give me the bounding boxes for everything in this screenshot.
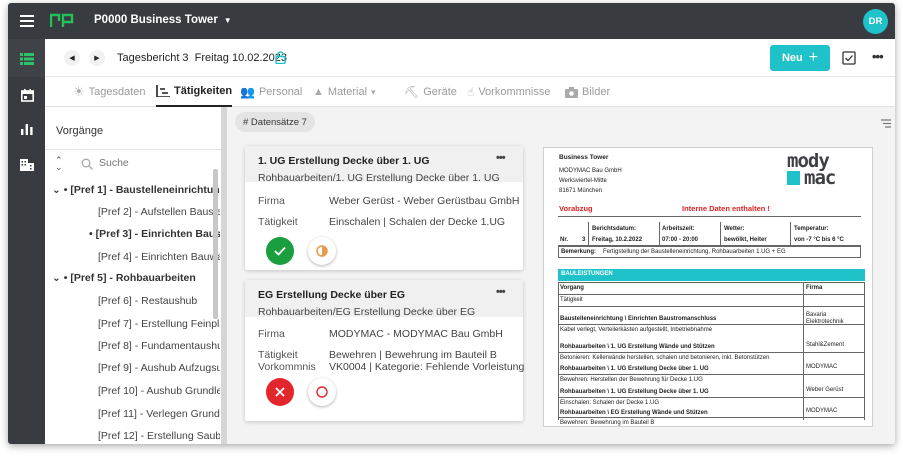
tab-personal[interactable]: 👥 Personal — [240, 77, 302, 107]
tree-node-pref-1[interactable]: ⌄ • [Pref 1] - Baustelleneinrichtung — [52, 184, 220, 196]
taetigkeit-value: Bewehren | Bewehrung im Bauteil B — [329, 349, 497, 361]
doc-table: Vorgang Firma Tätigkeit Baustelleneinric… — [558, 282, 865, 426]
tab-geraete[interactable]: ⛏ Geräte — [404, 77, 457, 107]
bar-chart-icon[interactable] — [17, 119, 37, 139]
vorkommnis-label: Vorkommnis — [258, 361, 316, 373]
tab-vorkommnisse[interactable]: ☝ Vorkommnisse — [467, 77, 550, 107]
activity-card-2[interactable]: EG Erstellung Decke über EG ••• Rohbauar… — [245, 280, 525, 421]
calendar-icon[interactable] — [17, 85, 37, 105]
doc-remark: Bemerkung: Fertigstellung der Baustellen… — [558, 246, 861, 258]
top-bar: P0000 Business Tower ▼ DR — [8, 3, 895, 39]
firma-value: Weber Gerüst - Weber Gerüstbau GmbH — [329, 195, 520, 207]
task-icon — [156, 85, 170, 98]
doc-title: Business Tower — [559, 154, 609, 161]
plus-icon: + — [808, 49, 819, 66]
tree-item-pref-10[interactable]: [Pref 10] - Aushub Grundleitu — [98, 385, 220, 397]
modymac-logo: mody mac — [787, 150, 836, 189]
activity-card-1[interactable]: 1. UG Erstellung Decke über 1. UG ••• Ro… — [245, 146, 523, 270]
buildings-icon[interactable] — [17, 154, 37, 174]
sidebar-title: Vorgänge — [56, 125, 104, 137]
report-title: Tagesbericht 3 Freitag 10.02.2023 — [117, 52, 288, 64]
search-input[interactable] — [99, 155, 209, 171]
hand-icon: ☝ — [467, 85, 475, 99]
firma-label: Firma — [258, 328, 285, 340]
app-logo — [49, 11, 74, 29]
tab-taetigkeiten[interactable]: Tätigkeiten — [156, 77, 233, 107]
records-chip: # Datensätze 7 — [235, 112, 315, 132]
in-progress-button[interactable] — [308, 237, 336, 265]
card-title: 1. UG Erstellung Decke über 1. UG — [258, 155, 430, 167]
vorkommnis-value: VK0004 | Kategorie: Fehlende Vorleistung — [329, 361, 525, 373]
tree-node-pref-5[interactable]: ⌄ • [Pref 5] - Rohbauarbeiten — [52, 272, 220, 284]
excavator-icon: ⛏ — [404, 85, 420, 99]
new-button[interactable]: Neu + — [770, 45, 830, 71]
collapse-all-icon[interactable]: ⌃ ⌄ — [55, 156, 63, 172]
material-icon: ▲ — [313, 86, 324, 98]
next-report-button[interactable]: ▶ — [89, 50, 105, 66]
sidebar: Vorgänge ⌃⌄ ⌄ • [Pref 1] - Baustellenein… — [45, 107, 221, 444]
sidebar-scrollbar[interactable] — [213, 169, 218, 319]
taetigkeit-value: Einschalen | Schalen der Decke 1.UG — [329, 216, 506, 228]
card-path: Rohbauarbeiten/EG Erstellung Decke über … — [258, 306, 476, 318]
tree-item-pref-9[interactable]: [Pref 9] - Aushub Aufzugsunt — [98, 362, 220, 374]
doc-section-header: BAULEISTUNGEN — [558, 269, 865, 281]
tree-item-pref-12[interactable]: [Pref 12] - Erstellung Sauberk — [98, 430, 220, 442]
hamburger-icon[interactable] — [20, 15, 34, 27]
people-icon: 👥 — [240, 85, 255, 99]
approved-button[interactable] — [266, 237, 294, 265]
tab-bilder[interactable]: Bilder — [565, 77, 610, 107]
doc-vorabzug: Vorabzug — [559, 204, 593, 213]
firma-label: Firma — [258, 195, 285, 207]
search-icon — [81, 157, 93, 170]
tree-item-pref-3[interactable]: • [Pref 3] - Einrichten Baustron — [89, 228, 220, 240]
camera-icon — [565, 86, 578, 98]
user-avatar[interactable]: DR — [863, 9, 888, 34]
prev-report-button[interactable]: ◀ — [64, 50, 80, 66]
chevron-down-icon: ⌄ — [52, 184, 61, 196]
tree-item-pref-2[interactable]: [Pref 2] - Aufstellen Baustelle — [98, 206, 220, 218]
project-name: P0000 Business Tower — [94, 14, 218, 26]
more-icon[interactable]: ••• — [496, 286, 506, 298]
tree-item-pref-6[interactable]: [Pref 6] - Restaushub — [98, 295, 220, 307]
app-window: P0000 Business Tower ▼ DR ◀ ▶ Tagesberic… — [8, 3, 895, 444]
tree-item-pref-11[interactable]: [Pref 11] - Verlegen Grundleit — [98, 408, 220, 420]
doc-city: 81671 München — [559, 188, 603, 194]
doc-company: MODYMAC Bau GmbH — [559, 168, 622, 174]
checklist-icon[interactable] — [842, 51, 856, 65]
taetigkeit-label: Tätigkeit — [258, 216, 298, 228]
firma-value: MODYMAC - MODYMAC Bau GmbH — [329, 328, 503, 340]
tab-bar: ☀ Tagesdaten Tätigkeiten 👥 Personal ▲ Ma… — [45, 77, 895, 107]
doc-street: Werksviertel-Mitte — [559, 178, 607, 184]
list-icon[interactable] — [17, 49, 37, 69]
more-icon[interactable]: ••• — [496, 152, 506, 164]
open-status-button[interactable] — [308, 378, 336, 406]
doc-interne: Interne Daten enthalten ! — [682, 204, 770, 213]
left-rail — [8, 39, 45, 444]
tree-item-pref-4[interactable]: [Pref 4] - Einrichten Bauwass — [98, 251, 220, 263]
sun-icon: ☀ — [73, 84, 85, 99]
tree-item-pref-7[interactable]: [Pref 7] - Erstellung Feinplanu — [98, 318, 220, 330]
report-toolbar: ◀ ▶ Tagesbericht 3 Freitag 10.02.2023 Ne… — [45, 39, 895, 77]
chevron-down-icon: ⌄ — [52, 272, 61, 284]
more-icon[interactable]: ••• — [872, 49, 884, 64]
filter-icon[interactable] — [881, 115, 891, 128]
card-title: EG Erstellung Decke über EG — [258, 289, 406, 301]
caret-down-icon: ▼ — [223, 15, 232, 25]
unlock-icon[interactable] — [275, 51, 287, 65]
tab-material[interactable]: ▲ Material ▾ — [313, 77, 376, 107]
rejected-button[interactable] — [266, 378, 294, 406]
tab-tagesdaten[interactable]: ☀ Tagesdaten — [73, 77, 146, 107]
project-selector[interactable]: P0000 Business Tower ▼ — [94, 14, 232, 26]
report-preview: Business Tower MODYMAC Bau GmbH Werksvie… — [543, 147, 873, 427]
card-path: Rohbauarbeiten/1. UG Erstellung Decke üb… — [258, 172, 500, 184]
tree-item-pref-8[interactable]: [Pref 8] - Fundamentaushub — [98, 340, 220, 352]
chevron-down-icon: ▾ — [371, 86, 376, 97]
taetigkeit-label: Tätigkeit — [258, 349, 298, 361]
